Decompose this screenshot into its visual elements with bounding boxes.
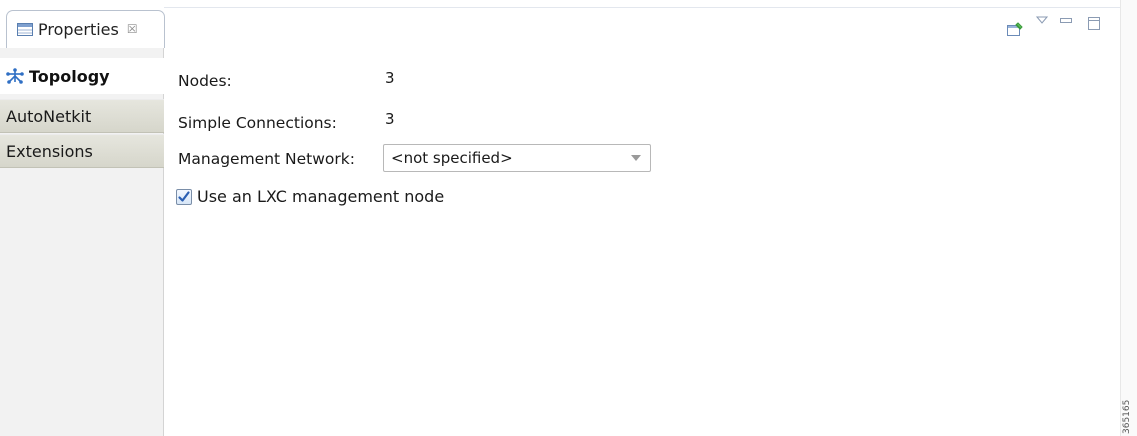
tab-extensions[interactable]: Extensions xyxy=(0,134,164,168)
tab-autonetkit-label: AutoNetkit xyxy=(6,106,92,126)
tab-topology[interactable]: Topology xyxy=(0,58,164,94)
management-network-dropdown[interactable]: <not specified> xyxy=(383,144,651,172)
nodes-label: Nodes: xyxy=(178,72,232,90)
right-margin-strip xyxy=(1120,0,1137,436)
properties-view: Properties ☒ Topology AutoNetkit Extensi… xyxy=(0,0,1137,436)
lxc-management-label: Use an LXC management node xyxy=(197,187,445,206)
properties-tab-label: Properties xyxy=(38,20,119,39)
lxc-management-checkbox[interactable] xyxy=(176,189,192,205)
management-network-label: Management Network: xyxy=(178,150,355,168)
simple-connections-value: 3 xyxy=(385,110,395,128)
maximize-icon[interactable] xyxy=(1088,17,1100,30)
checkmark-icon xyxy=(178,191,190,202)
minimize-icon[interactable] xyxy=(1060,18,1072,24)
tab-extensions-label: Extensions xyxy=(6,141,93,161)
tab-topology-label: Topology xyxy=(29,66,110,86)
page-tab-column: Topology AutoNetkit Extensions xyxy=(0,48,164,436)
topology-properties-panel: Nodes: 3 Simple Connections: 3 Managemen… xyxy=(165,48,1120,436)
nodes-value: 3 xyxy=(385,69,395,87)
figure-number: 365165 xyxy=(1122,399,1132,434)
view-header: Properties ☒ xyxy=(0,0,1120,48)
close-icon[interactable]: ☒ xyxy=(127,22,138,36)
tab-autonetkit[interactable]: AutoNetkit xyxy=(0,99,164,133)
properties-view-tab[interactable]: Properties ☒ xyxy=(6,10,165,48)
chevron-down-icon[interactable] xyxy=(631,155,641,161)
properties-table-icon xyxy=(17,23,33,36)
view-menu-icon[interactable] xyxy=(1036,16,1048,24)
topology-icon xyxy=(6,68,24,84)
management-network-value: <not specified> xyxy=(391,149,513,167)
header-border xyxy=(164,7,1120,8)
pin-to-view-icon[interactable] xyxy=(1007,22,1023,37)
simple-connections-label: Simple Connections: xyxy=(178,114,337,132)
